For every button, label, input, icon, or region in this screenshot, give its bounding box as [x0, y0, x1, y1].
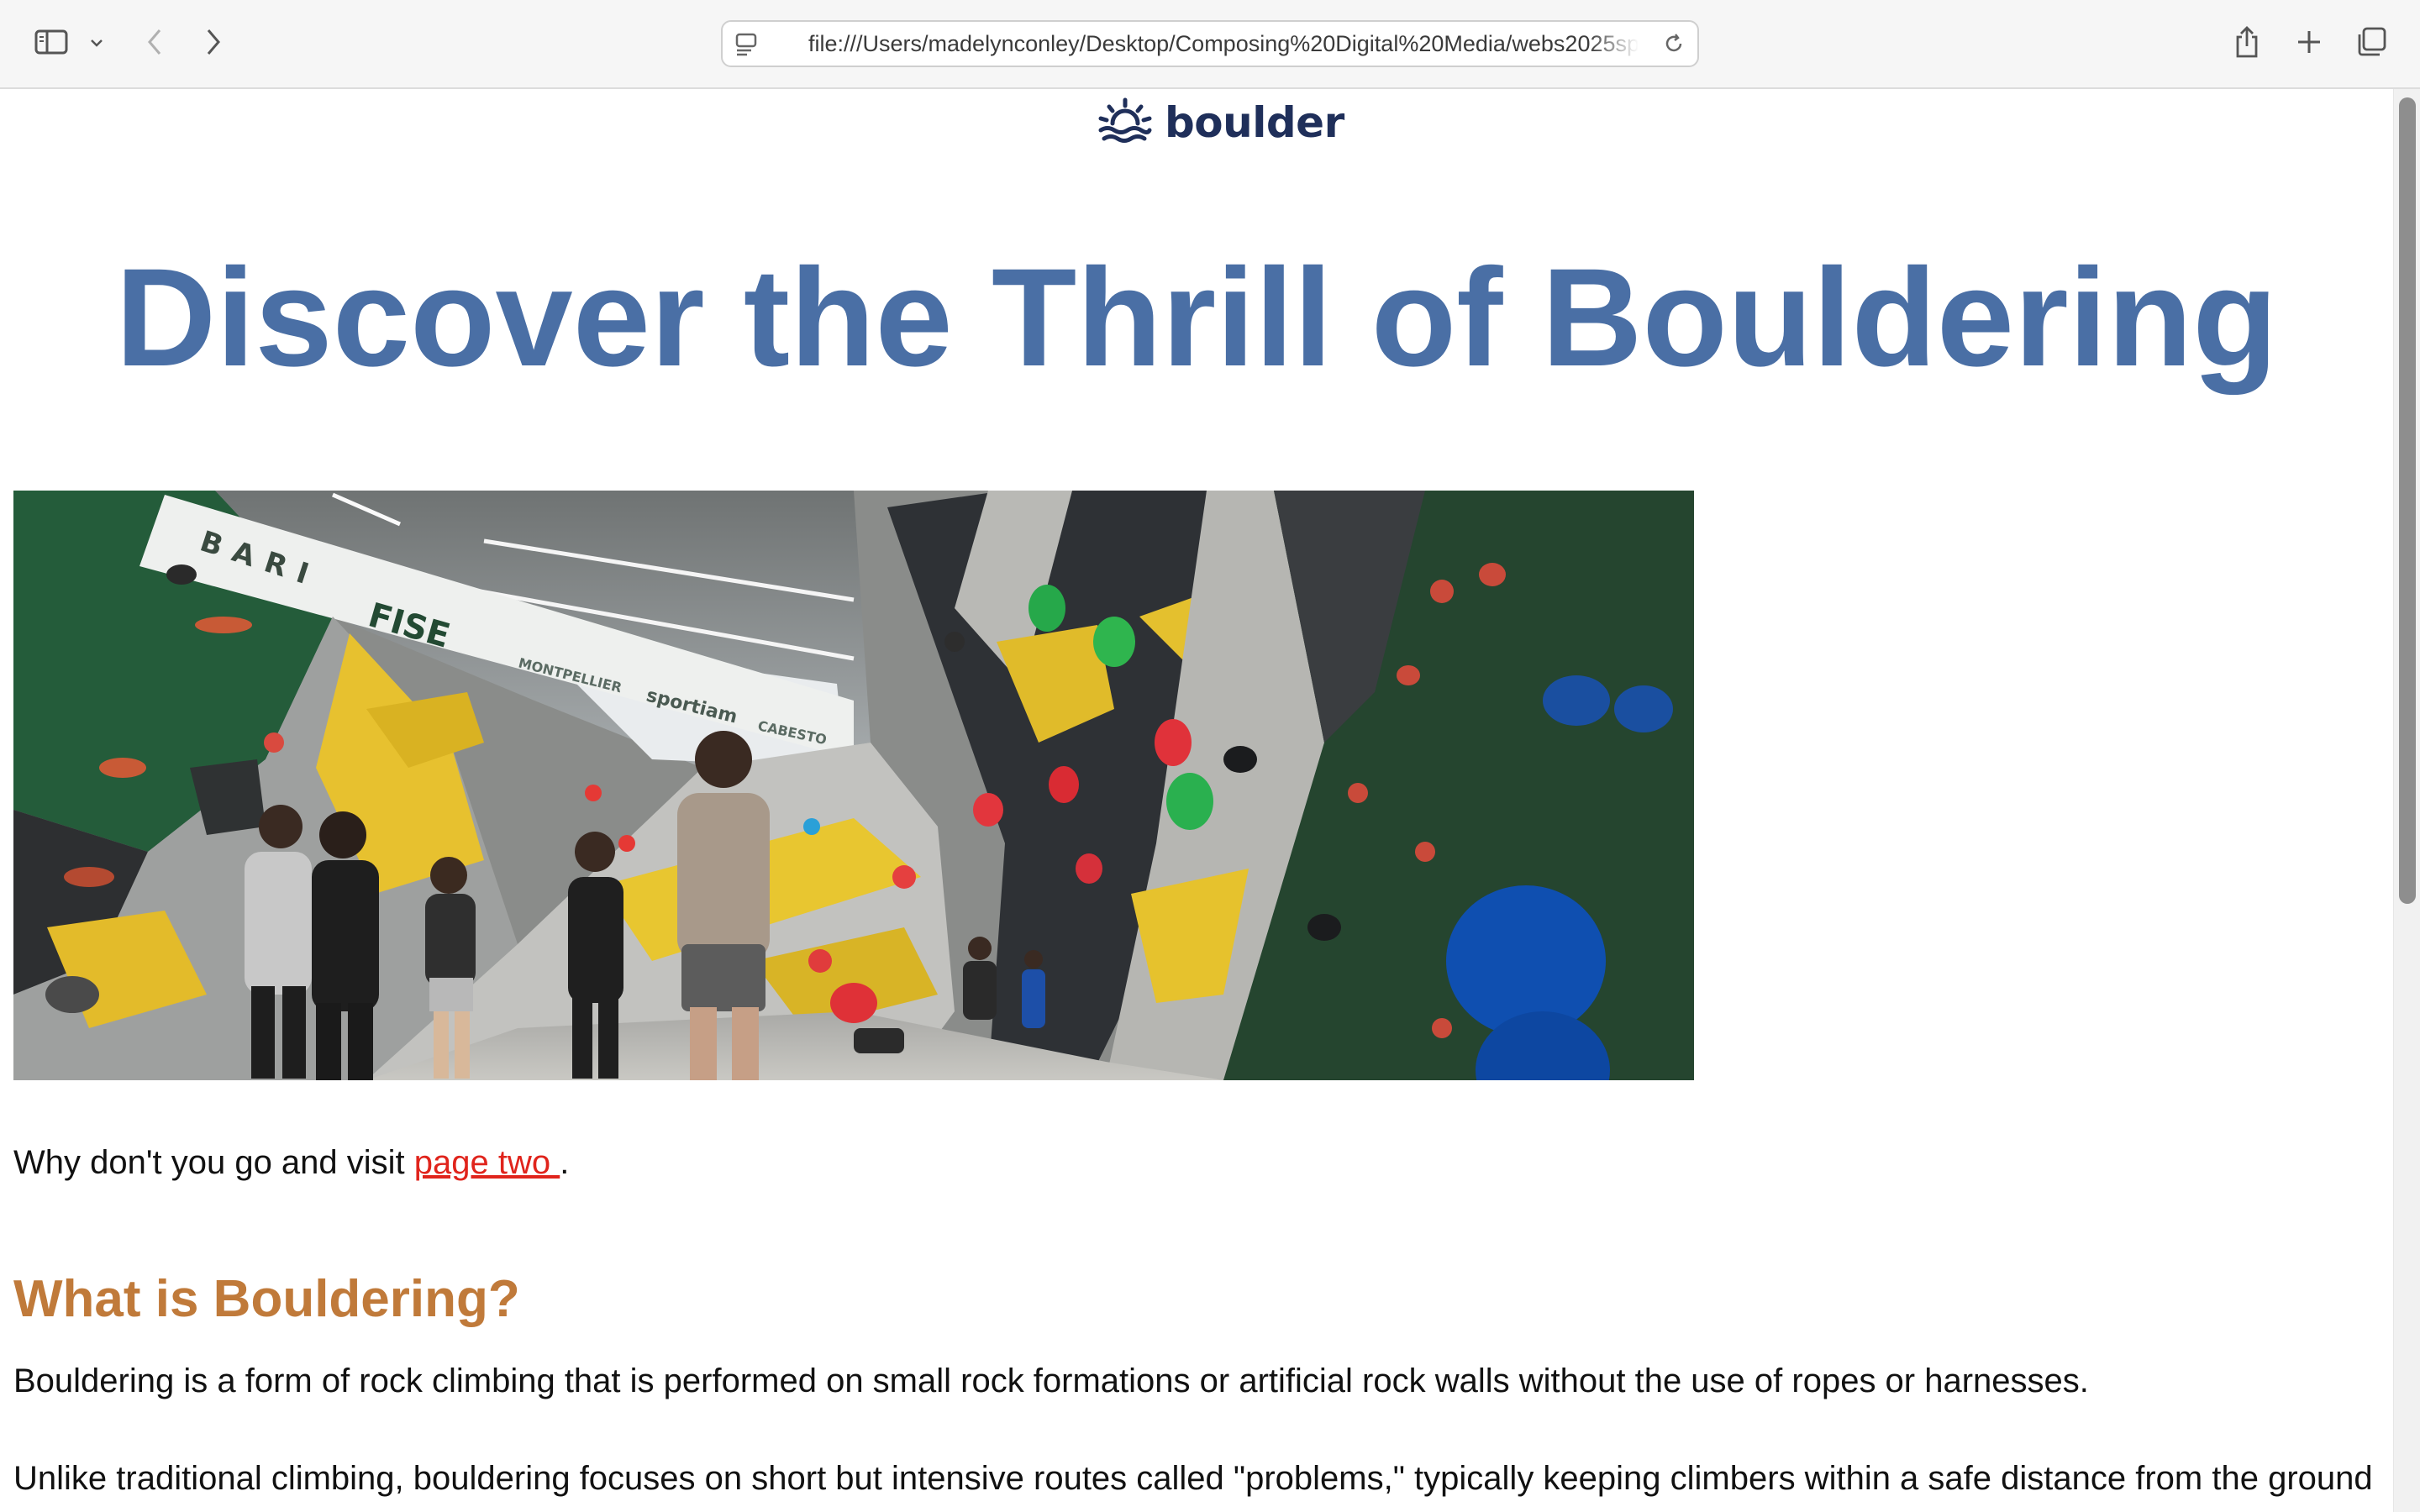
- forward-button[interactable]: [197, 24, 230, 60]
- site-logo[interactable]: boulder: [1097, 94, 1344, 151]
- address-bar[interactable]: file:///Users/madelynconley/Desktop/Comp…: [721, 20, 1699, 67]
- visit-text: Why don't you go and visit: [13, 1144, 414, 1181]
- vertical-scrollbar[interactable]: [2393, 89, 2420, 1512]
- hero-image: BARI FISE MONTPELLIER sportiam CABESTO: [13, 491, 1694, 1080]
- chevron-left-icon: [148, 29, 161, 55]
- climbing-gym-photo: BARI FISE MONTPELLIER sportiam CABESTO: [13, 491, 1694, 1080]
- visit-paragraph: Why don't you go and visit page two .: [13, 1144, 569, 1182]
- page-content: boulder Discover the Thrill of Boulderin…: [0, 89, 2393, 1512]
- share-button[interactable]: [2228, 22, 2265, 62]
- share-icon: [2236, 26, 2258, 58]
- intro-paragraph: Bouldering is a form of rock climbing th…: [13, 1362, 2089, 1399]
- detail-paragraph: Unlike traditional climbing, bouldering …: [13, 1460, 2373, 1497]
- tab-group-menu-button[interactable]: [84, 30, 109, 55]
- page-title: Discover the Thrill of Bouldering: [115, 240, 2278, 396]
- scrollbar-thumb[interactable]: [2399, 97, 2416, 904]
- logo-wordmark: boulder: [1165, 98, 1344, 147]
- sidebar-icon: [34, 29, 68, 55]
- plus-icon: [2298, 31, 2320, 53]
- tab-overview-icon: [2358, 27, 2386, 56]
- sun-logo-icon: [1098, 97, 1152, 143]
- section-heading: What is Bouldering?: [13, 1270, 520, 1328]
- back-button[interactable]: [138, 24, 171, 60]
- tab-overview-button[interactable]: [2353, 24, 2390, 60]
- url-text[interactable]: file:///Users/madelynconley/Desktop/Comp…: [808, 22, 1639, 66]
- reload-icon[interactable]: [1662, 32, 1686, 55]
- chevron-right-icon: [207, 29, 220, 55]
- chevron-down-icon: [91, 39, 103, 47]
- page-two-link[interactable]: page two: [414, 1144, 560, 1181]
- new-tab-button[interactable]: [2291, 24, 2328, 60]
- visit-suffix: .: [560, 1144, 570, 1181]
- page-menu-icon: [735, 33, 757, 56]
- sidebar-toggle-button[interactable]: [30, 25, 72, 59]
- browser-toolbar: file:///Users/madelynconley/Desktop/Comp…: [0, 0, 2420, 89]
